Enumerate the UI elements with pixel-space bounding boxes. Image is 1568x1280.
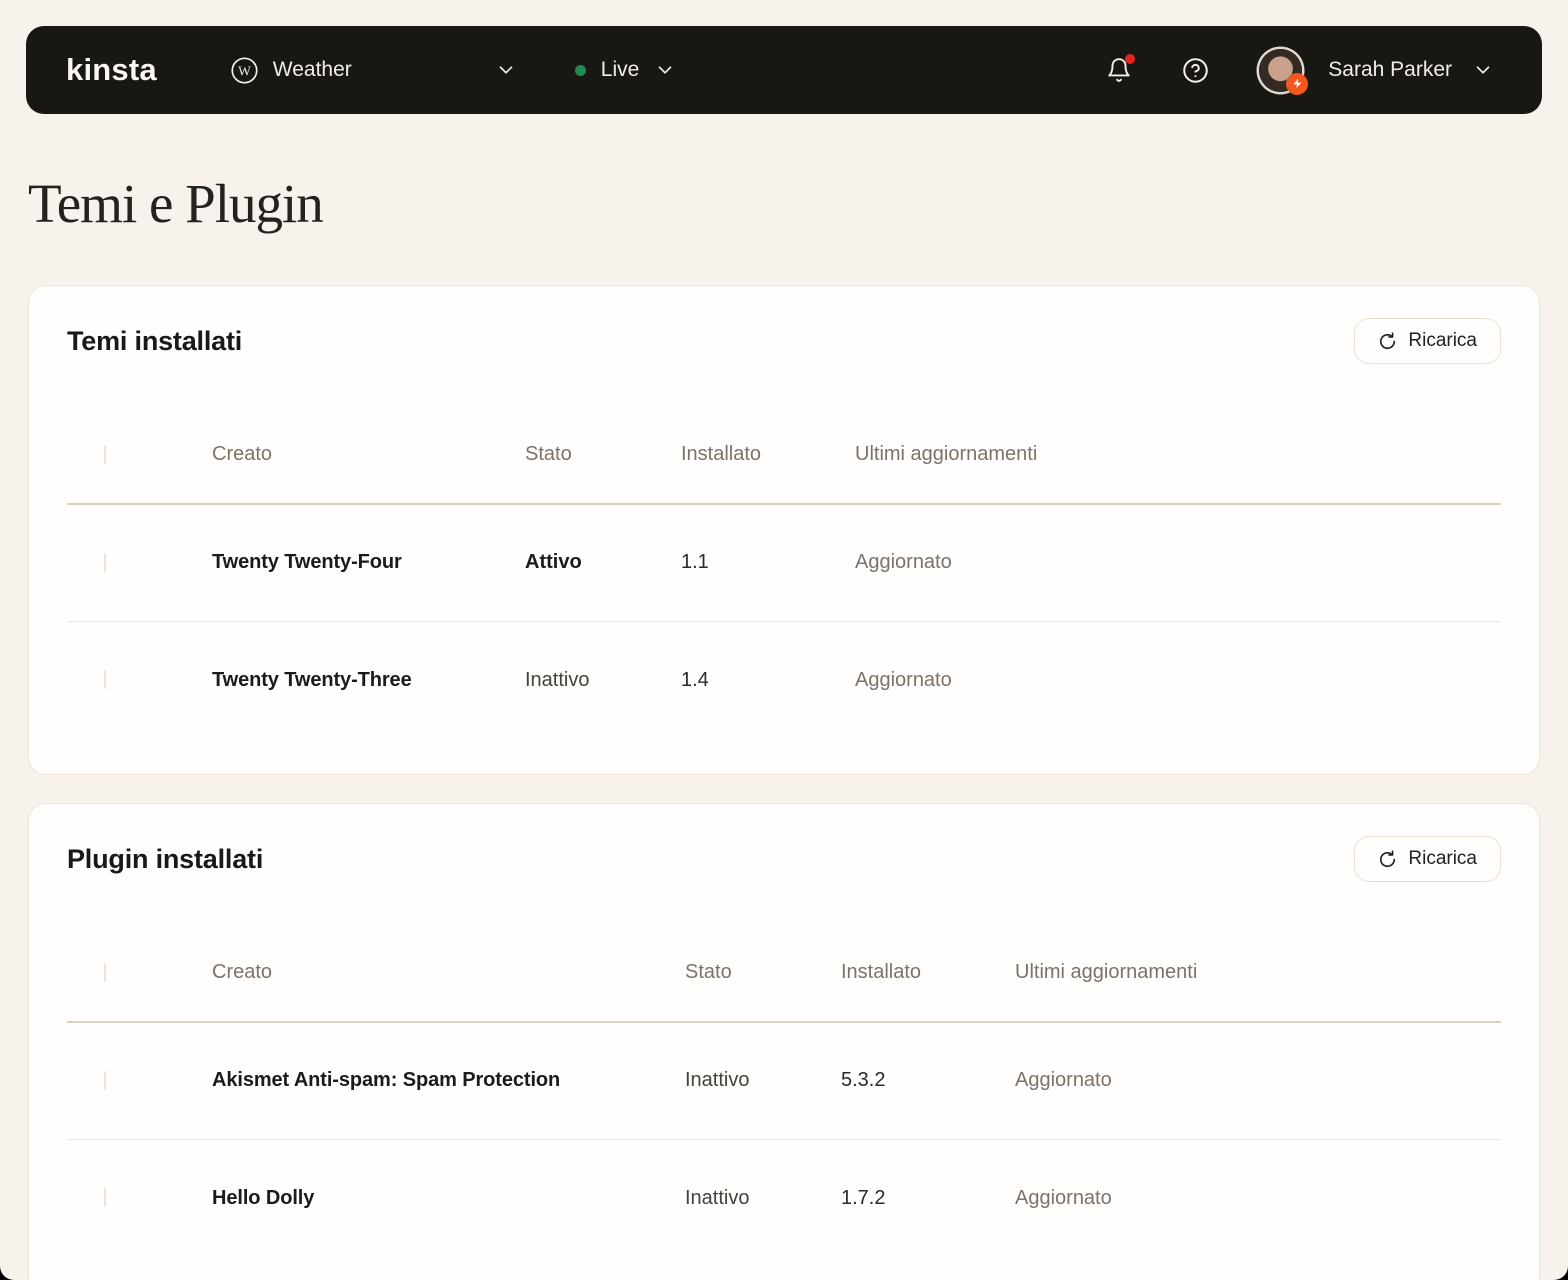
table-row: Twenty Twenty-Four Attivo 1.1 Aggiornato [67,505,1501,621]
column-header: Stato [685,961,732,983]
environment-selector[interactable]: Live [574,58,677,82]
select-all-checkbox[interactable] [104,444,106,464]
plugin-name: Hello Dolly [212,1186,315,1209]
themes-card: Temi installati Ricarica Creato Stato In… [28,285,1540,775]
avatar[interactable] [1259,48,1309,95]
wordpress-icon: W [231,56,258,84]
select-all-checkbox[interactable] [104,962,106,982]
svg-text:W: W [238,63,251,78]
notifications-bell-icon[interactable] [1106,54,1136,83]
page-title: Temi e Plugin [28,173,324,234]
theme-status: Inattivo [525,668,590,691]
column-header: Installato [841,961,922,983]
row-checkbox[interactable] [104,1070,106,1090]
theme-updates: Aggiornato [855,551,952,573]
reload-plugins-button[interactable]: Ricarica [1354,836,1501,882]
plugin-name: Akismet Anti-spam: Spam Protection [212,1069,561,1091]
site-selector[interactable]: W Weather [231,56,517,84]
themes-table-header: Creato Stato Installato Ultimi aggiornam… [67,406,1501,503]
table-row: Akismet Anti-spam: Spam Protection Inatt… [67,1023,1501,1139]
refresh-icon [1380,331,1396,349]
table-row: Hello Dolly Inattivo 1.7.2 Aggiornato [67,1140,1501,1256]
theme-version: 1.1 [681,551,709,573]
plugins-table-header: Creato Stato Installato Ultimi aggiornam… [67,924,1501,1021]
plugins-card: Plugin installati Ricarica Creato Stato … [28,803,1540,1280]
column-header: Installato [681,443,762,465]
column-header: Creato [212,443,273,465]
plugin-version: 5.3.2 [841,1069,886,1091]
kinsta-logo[interactable]: kinsta [66,52,157,88]
reload-themes-button[interactable]: Ricarica [1354,318,1501,364]
theme-name: Twenty Twenty-Four [212,551,402,573]
chevron-down-icon [495,59,517,81]
chevron-down-icon[interactable] [1472,59,1494,81]
theme-version: 1.4 [681,668,709,691]
chevron-down-icon [654,59,676,81]
table-row: Twenty Twenty-Three Inattivo 1.4 Aggiorn… [67,622,1501,738]
site-name: Weather [272,58,352,81]
theme-status: Attivo [525,551,582,573]
column-header: Creato [212,961,273,983]
top-navbar: kinsta W Weather Live Sarah Parker [26,26,1542,114]
theme-updates: Aggiornato [855,668,952,691]
column-header: Stato [525,443,572,465]
reload-button-label: Ricarica [1408,330,1477,351]
column-header: Ultimi aggiornamenti [855,443,1038,465]
themes-card-title: Temi installati [67,325,243,356]
refresh-icon [1380,849,1396,867]
notification-dot [1125,54,1136,64]
plugins-card-title: Plugin installati [67,843,264,874]
user-name[interactable]: Sarah Parker [1328,58,1452,82]
help-icon[interactable] [1182,57,1209,84]
column-header: Ultimi aggiornamenti [1015,961,1198,983]
theme-name: Twenty Twenty-Three [212,668,412,691]
page: kinsta W Weather Live Sarah Parker Temi … [0,0,1568,1280]
plugin-status: Inattivo [685,1186,750,1209]
plugin-updates: Aggiornato [1015,1186,1112,1209]
plugin-status: Inattivo [685,1069,750,1091]
row-checkbox[interactable] [104,552,106,572]
reload-button-label: Ricarica [1408,848,1477,869]
navbar-right: Sarah Parker [1106,48,1494,95]
environment-label: Live [600,58,640,81]
kinsta-bolt-badge [1286,72,1309,95]
plugin-version: 1.7.2 [841,1186,886,1209]
plugin-updates: Aggiornato [1015,1069,1112,1091]
row-checkbox[interactable] [104,1188,106,1207]
row-checkbox[interactable] [104,670,106,689]
live-status-dot [574,64,586,76]
